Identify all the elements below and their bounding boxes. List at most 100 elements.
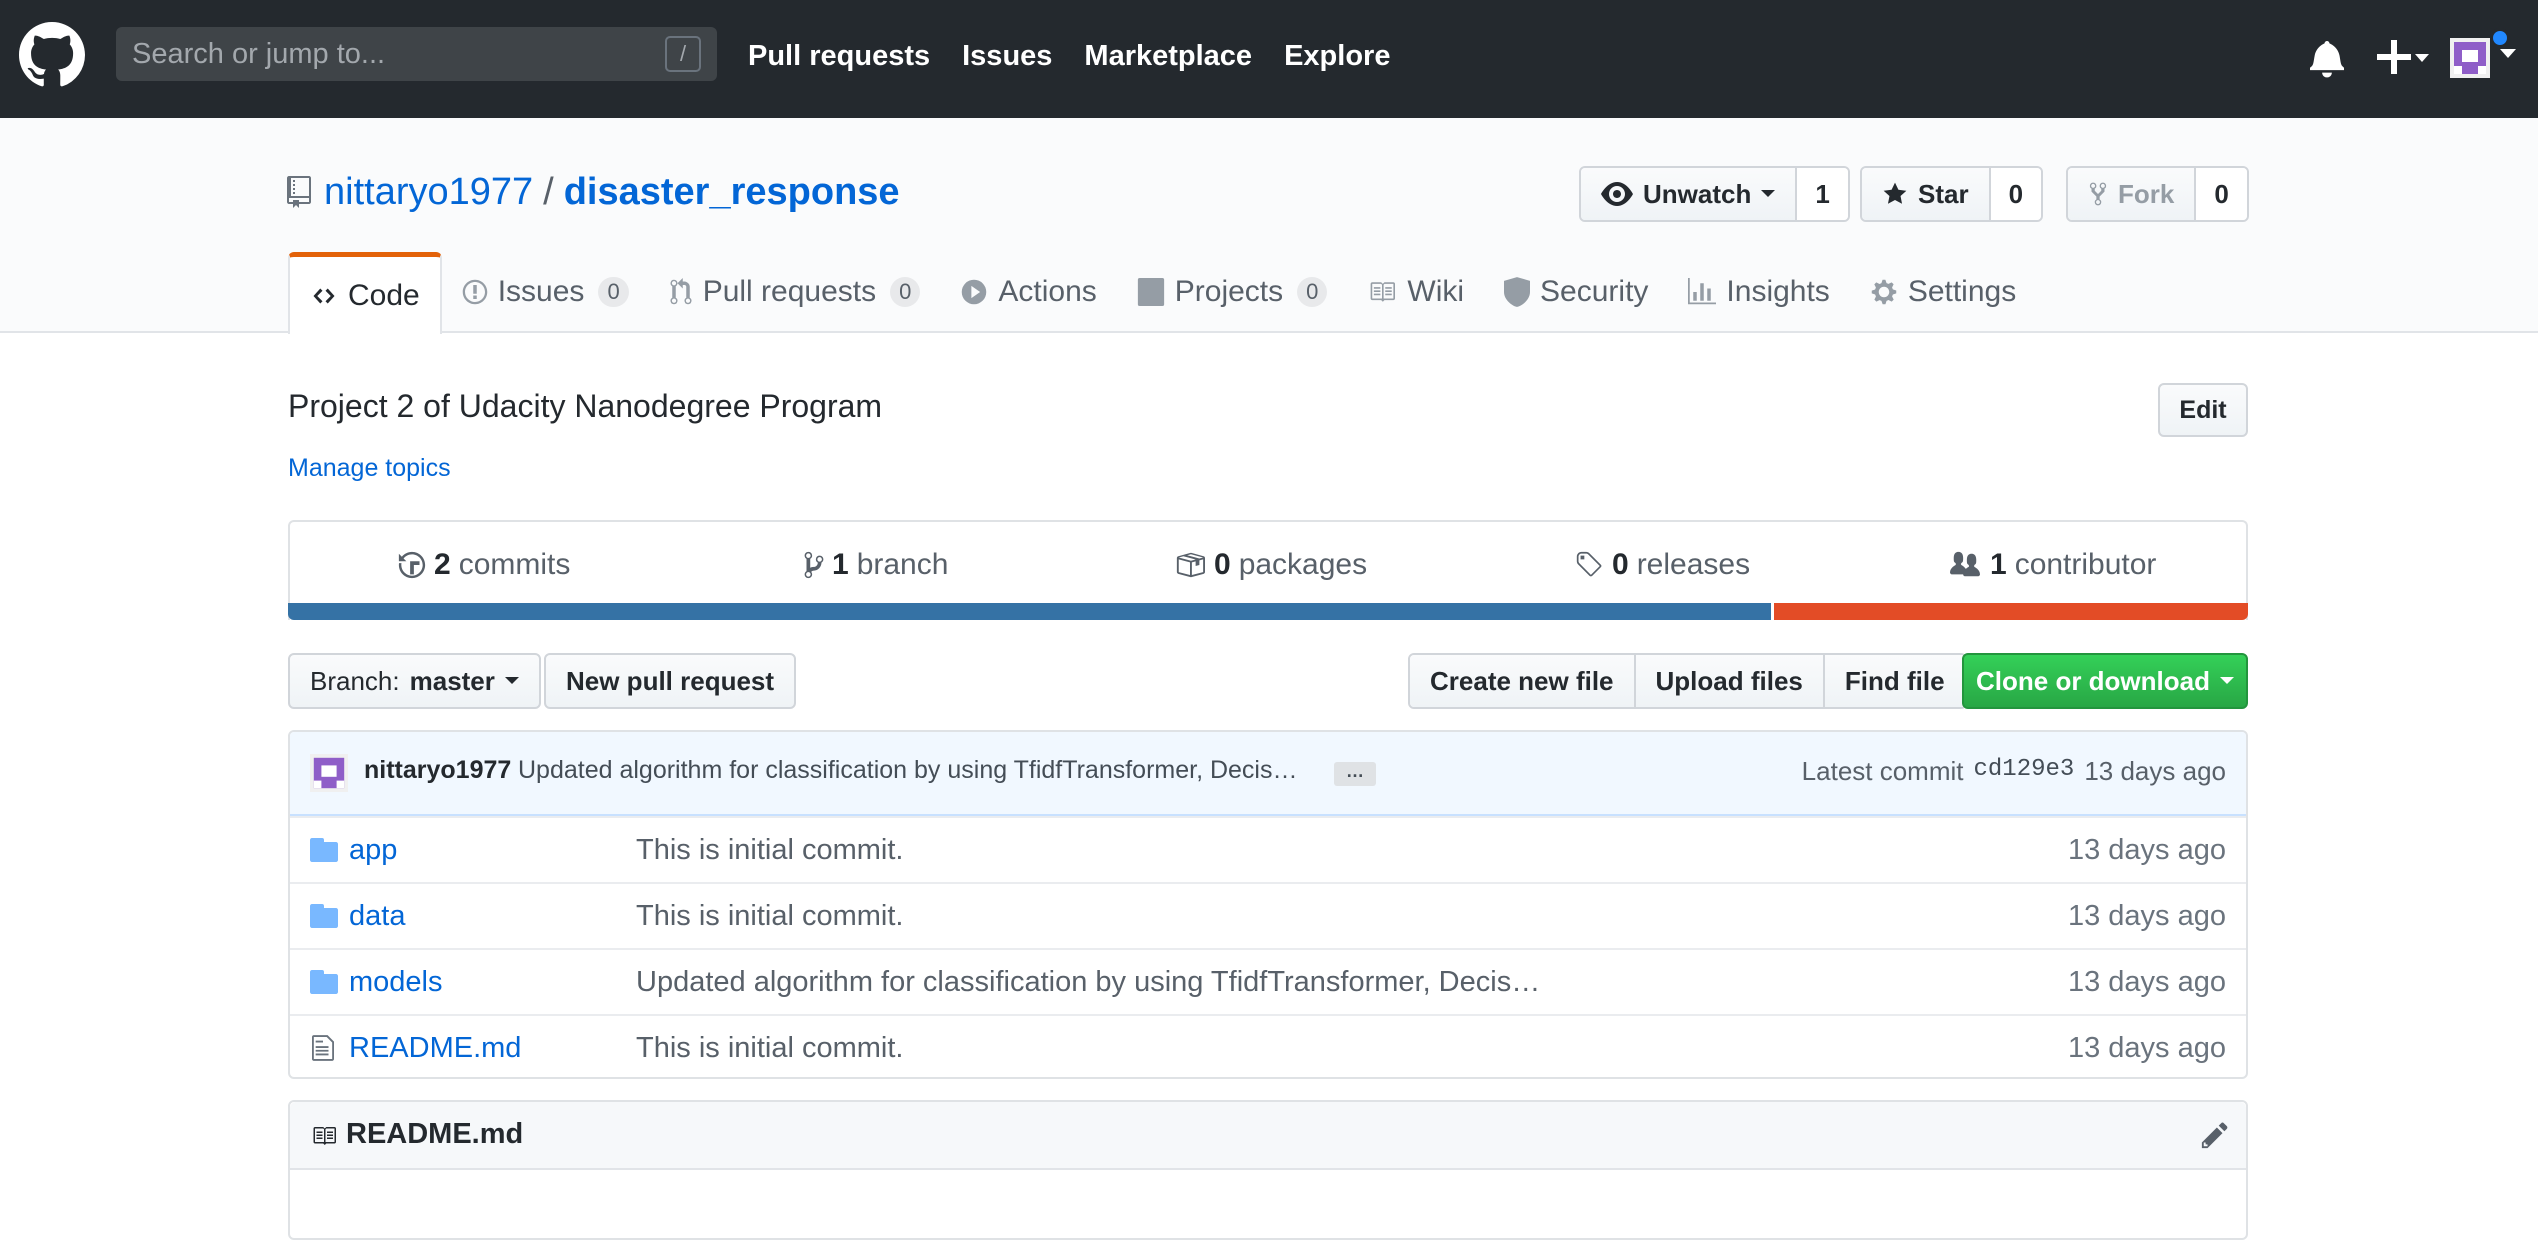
- releases-count: 0: [1612, 548, 1629, 581]
- file-age: 13 days ago: [2067, 834, 2226, 866]
- commits-count: 2: [434, 548, 451, 581]
- repo-path-separator: /: [543, 171, 554, 213]
- file-actions-group: Create new file Upload files Find file: [1408, 653, 1967, 709]
- tab-actions[interactable]: Actions: [940, 252, 1116, 332]
- file-commit-message[interactable]: This is initial commit.: [636, 834, 904, 867]
- pencil-icon[interactable]: [2200, 1120, 2230, 1150]
- commit-expand-button[interactable]: …: [1334, 762, 1376, 786]
- unwatch-button[interactable]: Unwatch: [1581, 168, 1798, 220]
- contributors-label: contributor: [2014, 548, 2157, 581]
- repo-owner-link[interactable]: nittaryo1977: [324, 168, 533, 216]
- fork-actions: Fork 0: [2066, 166, 2249, 222]
- search-input[interactable]: Search or jump to... /: [116, 27, 717, 81]
- gear-icon: [1871, 279, 1897, 305]
- forks-count[interactable]: 0: [2196, 168, 2247, 220]
- language-segment-python[interactable]: [288, 603, 1772, 620]
- nav-marketplace[interactable]: Marketplace: [1084, 36, 1252, 76]
- tab-pull-requests[interactable]: Pull requests 0: [649, 252, 941, 332]
- commit-author-avatar[interactable]: [310, 754, 348, 792]
- contributors-summary[interactable]: 1 contributor: [1948, 548, 2156, 582]
- project-icon: [1137, 278, 1164, 306]
- file-row: data This is initial commit. 13 days ago: [290, 882, 2246, 948]
- chevron-down-icon: [1761, 190, 1776, 197]
- repo-name-link[interactable]: disaster_response: [564, 168, 900, 216]
- branch-name: master: [409, 665, 495, 696]
- file-text-icon: [312, 1035, 334, 1061]
- language-segment-html[interactable]: [1774, 603, 2248, 620]
- file-row: models Updated algorithm for classificat…: [290, 948, 2246, 1014]
- tab-projects[interactable]: Projects 0: [1117, 252, 1348, 332]
- tab-wiki-label: Wiki: [1407, 275, 1465, 308]
- watch-button-group: Unwatch 1: [1579, 166, 1850, 222]
- file-commit-message[interactable]: This is initial commit.: [636, 1032, 904, 1065]
- file-name-link[interactable]: data: [349, 900, 405, 933]
- tab-security[interactable]: Security: [1484, 252, 1668, 332]
- tab-issues-label: Issues: [497, 275, 585, 308]
- branches-summary[interactable]: 1 branch: [804, 548, 948, 582]
- create-new-plus-icon[interactable]: [2373, 36, 2429, 76]
- avatar-caret-icon[interactable]: [2500, 49, 2516, 59]
- star-button-group: Star 0: [1860, 166, 2044, 222]
- commit-sha[interactable]: cd129e3: [1974, 756, 2075, 787]
- new-pull-request-button[interactable]: New pull request: [544, 653, 797, 709]
- tab-pull-requests-label: Pull requests: [702, 275, 877, 308]
- file-commit-message[interactable]: This is initial commit.: [636, 900, 904, 933]
- star-actions: Star 0: [1860, 166, 2044, 222]
- commit-author[interactable]: nittaryo1977: [364, 756, 511, 785]
- nav-pull-requests[interactable]: Pull requests: [748, 36, 930, 76]
- folder-icon: [310, 904, 338, 928]
- file-name-link[interactable]: app: [349, 834, 397, 867]
- chevron-down-icon: [2220, 677, 2234, 684]
- tab-security-label: Security: [1540, 275, 1649, 308]
- header-nav: Pull requests Issues Marketplace Explore: [748, 36, 1390, 76]
- notification-bell-icon[interactable]: [2310, 38, 2344, 78]
- play-icon: [962, 279, 987, 305]
- latest-commit-info: Latest commit cd129e3 13 days ago: [1802, 756, 2226, 787]
- file-commit-message[interactable]: Updated algorithm for classification by …: [636, 966, 1540, 999]
- file-name-link[interactable]: models: [349, 966, 443, 999]
- github-logo-icon[interactable]: [19, 22, 85, 88]
- file-row: app This is initial commit. 13 days ago: [290, 816, 2246, 882]
- commits-label: commits: [458, 548, 571, 581]
- nav-explore[interactable]: Explore: [1284, 36, 1390, 76]
- star-icon: [1883, 182, 1907, 204]
- tab-settings[interactable]: Settings: [1850, 252, 2036, 332]
- star-button[interactable]: Star: [1862, 168, 1991, 220]
- tab-wiki[interactable]: Wiki: [1347, 252, 1484, 332]
- find-file-button[interactable]: Find file: [1824, 655, 1965, 707]
- file-name-link[interactable]: README.md: [349, 1032, 521, 1065]
- readme-box: README.md: [288, 1100, 2248, 1240]
- tab-insights[interactable]: Insights: [1668, 252, 1849, 332]
- history-icon: [398, 551, 426, 579]
- packages-summary[interactable]: 0 packages: [1174, 548, 1367, 582]
- notification-dot: [2490, 28, 2510, 48]
- pull-requests-counter: 0: [890, 277, 921, 307]
- branch-select-button[interactable]: Branch: master: [288, 653, 541, 709]
- fork-label: Fork: [2118, 178, 2175, 209]
- user-avatar-identicon: [2450, 38, 2490, 78]
- tab-projects-label: Projects: [1174, 275, 1284, 308]
- upload-files-button[interactable]: Upload files: [1635, 655, 1825, 707]
- stars-count[interactable]: 0: [1990, 168, 2042, 220]
- releases-summary[interactable]: 0 releases: [1574, 548, 1750, 582]
- watchers-count[interactable]: 1: [1797, 168, 1848, 220]
- pull-request-icon: [670, 278, 692, 305]
- clone-or-download-button[interactable]: Clone or download: [1962, 653, 2248, 709]
- nav-issues[interactable]: Issues: [962, 36, 1052, 76]
- package-icon: [1176, 552, 1205, 578]
- edit-description-button[interactable]: Edit: [2158, 383, 2248, 437]
- file-row: README.md This is initial commit. 13 day…: [290, 1014, 2246, 1077]
- fork-icon: [2089, 182, 2107, 206]
- repo-icon: [287, 176, 311, 208]
- tab-issues[interactable]: Issues 0: [442, 252, 649, 332]
- projects-counter: 0: [1297, 277, 1328, 307]
- repo-header: nittaryo1977 / disaster_response Unwatch…: [0, 118, 2538, 334]
- tab-code-label: Code: [348, 278, 420, 312]
- fork-button[interactable]: Fork: [2068, 168, 2197, 220]
- tab-code[interactable]: Code: [288, 252, 442, 334]
- commits-summary[interactable]: 2 commits: [398, 548, 570, 582]
- create-new-file-button[interactable]: Create new file: [1410, 655, 1636, 707]
- language-bar[interactable]: [288, 603, 2248, 620]
- manage-topics-link[interactable]: Manage topics: [288, 454, 451, 483]
- commit-message[interactable]: Updated algorithm for classification by …: [518, 756, 1297, 785]
